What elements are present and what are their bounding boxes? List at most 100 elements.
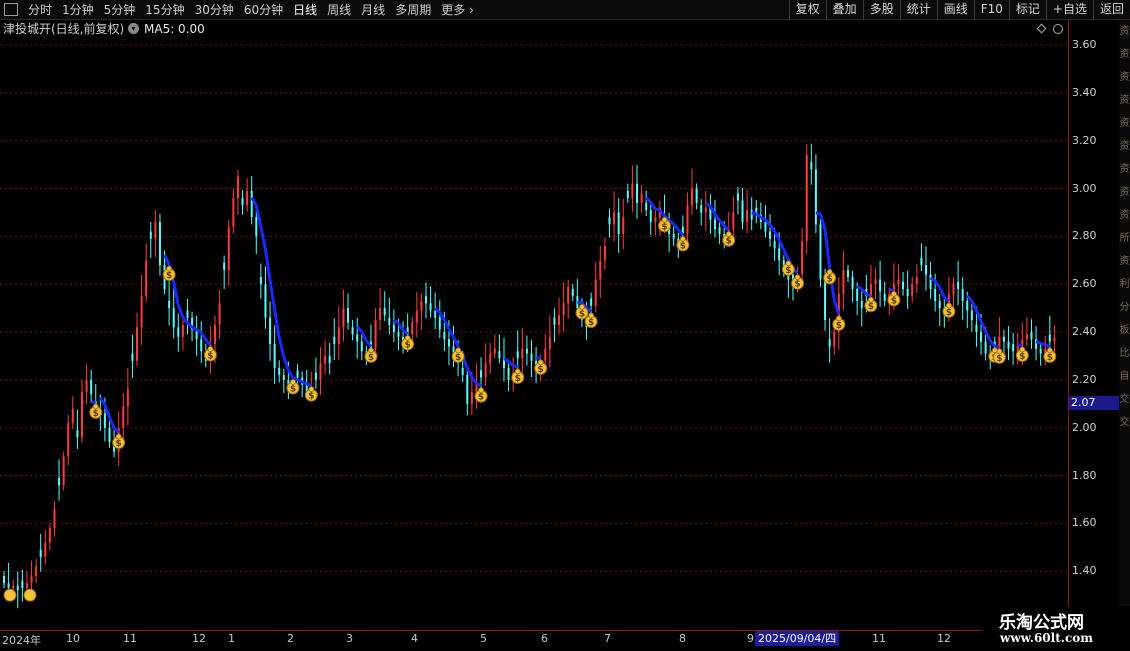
candle-body <box>136 327 138 360</box>
money-bag-icon <box>24 589 36 601</box>
candle-body <box>8 583 10 588</box>
ma-segment <box>394 320 399 323</box>
candle-body <box>1040 349 1042 354</box>
candle-body <box>237 177 239 199</box>
candle-body <box>622 217 624 234</box>
kline-chart[interactable]: $$$$$$$$$$$$$$$$$$$$$$$$$$$$ <box>0 0 1068 630</box>
ma-segment <box>981 321 986 332</box>
candle-body <box>742 200 744 222</box>
side-strip-char: 板 <box>1119 319 1130 342</box>
candle-body <box>186 311 188 318</box>
candle-body <box>12 586 14 588</box>
candle-body <box>641 193 643 203</box>
side-strip-char: 分 <box>1119 296 1130 319</box>
candle-body <box>957 282 959 289</box>
ma-segment <box>265 249 270 280</box>
candle-body <box>764 222 766 232</box>
side-strip-char: 资 <box>1119 20 1130 43</box>
candle-body <box>297 370 299 377</box>
ma-segment <box>972 301 977 311</box>
candle-body <box>251 191 253 217</box>
candle-body <box>654 217 656 222</box>
ma-segment <box>302 382 307 384</box>
candle-body <box>159 222 161 265</box>
svg-text:$: $ <box>515 374 521 384</box>
back-button[interactable]: 返回 <box>1093 0 1130 19</box>
watermark: 乐淘公式网 www.60lt.com <box>982 606 1130 650</box>
candle-body <box>260 277 262 284</box>
candle-body <box>145 260 147 296</box>
candle-body <box>902 282 904 289</box>
ma-segment <box>761 218 766 220</box>
candle-body <box>875 279 877 284</box>
candle-body <box>283 375 285 380</box>
side-strip-char: 资 <box>1119 89 1130 112</box>
candle-body <box>329 356 331 363</box>
date-tick-label: 3 <box>346 632 353 645</box>
ma-segment <box>398 323 403 330</box>
candle-body <box>599 260 601 279</box>
candle-body <box>1053 337 1055 342</box>
current-price-tag: 2.07 <box>1069 396 1119 410</box>
candle-body <box>737 193 739 200</box>
candle-body <box>879 279 881 291</box>
svg-text:$: $ <box>726 237 732 247</box>
svg-text:$: $ <box>946 308 952 318</box>
ma-segment <box>362 332 367 342</box>
date-cursor-badge: 2025/09/04/四 <box>755 631 839 646</box>
candle-body <box>971 311 973 321</box>
side-strip-char: 资 <box>1119 181 1130 204</box>
candle-body <box>916 277 918 284</box>
candle-body <box>53 509 55 528</box>
candle-body <box>980 332 982 342</box>
candle-body <box>856 289 858 301</box>
candle-body <box>852 277 854 289</box>
ma-segment <box>192 327 197 329</box>
ma-segment <box>986 332 991 341</box>
candle-body <box>63 456 65 485</box>
date-tick-label: 1 <box>228 632 235 645</box>
candle-body <box>228 227 230 270</box>
candle-body <box>700 205 702 212</box>
price-tick-label: 3.60 <box>1072 38 1097 51</box>
candle-body <box>150 232 152 239</box>
side-strip-char: 资 <box>1119 112 1130 135</box>
candle-body <box>1049 334 1051 341</box>
ma-line <box>91 198 1050 433</box>
ma-segment <box>825 230 830 268</box>
ma-segment <box>288 370 293 378</box>
candle-body <box>1008 342 1010 349</box>
candle-body <box>439 318 441 330</box>
candle-body <box>517 351 519 358</box>
candle-body <box>489 354 491 364</box>
candle-body <box>1030 332 1032 339</box>
candle-body <box>829 339 831 346</box>
svg-text:$: $ <box>290 384 296 394</box>
date-tick-label: 11 <box>123 632 137 645</box>
candle-body <box>264 284 266 317</box>
date-tick-label: 2 <box>287 632 294 645</box>
side-strip: 资资资资资资资资资所资利分板比自交交 <box>1119 20 1130 630</box>
ma-segment <box>770 225 775 231</box>
svg-text:$: $ <box>368 353 374 363</box>
candle-body <box>907 289 909 296</box>
candle-body <box>141 296 143 327</box>
ma-segment <box>201 333 206 340</box>
candle-body <box>801 241 803 274</box>
candle-body <box>531 354 533 361</box>
svg-text:$: $ <box>891 296 897 306</box>
candle-body <box>379 308 381 320</box>
candle-body <box>774 241 776 248</box>
watermark-url: www.60lt.com <box>1000 631 1093 645</box>
side-strip-char: 利 <box>1119 273 1130 296</box>
candle-body <box>815 169 817 224</box>
candle-body <box>40 550 42 557</box>
svg-text:$: $ <box>405 340 411 350</box>
candle-body <box>861 301 863 308</box>
ma-segment <box>454 337 459 346</box>
candle-body <box>1026 334 1028 339</box>
candle-body <box>90 380 92 394</box>
ma-segment <box>298 380 303 382</box>
ma-segment <box>513 366 518 368</box>
ma-segment <box>995 346 1000 347</box>
